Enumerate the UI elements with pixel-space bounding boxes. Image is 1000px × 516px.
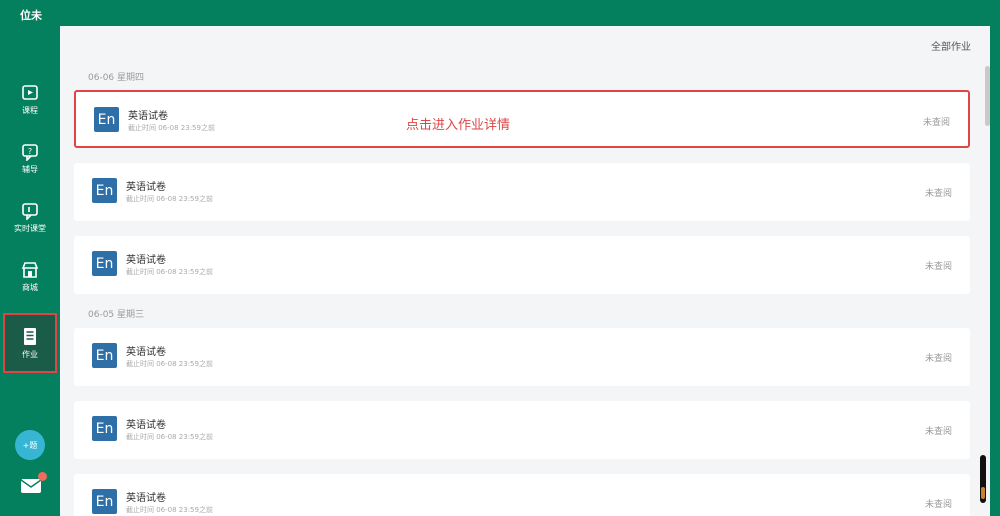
- side-handle: [980, 455, 986, 503]
- store-icon: [19, 259, 41, 281]
- plus-button[interactable]: +题: [15, 430, 45, 460]
- homework-card[interactable]: En 英语试卷 截止时间 06-08 23:59之前 点击进入作业详情 未查阅: [74, 90, 970, 148]
- subject-badge: En: [94, 107, 119, 132]
- homework-list-panel: 全部作业 06-06 星期四 En 英语试卷 截止时间 06-08 23:59之…: [60, 26, 990, 516]
- mail-icon: [20, 479, 42, 499]
- homework-deadline: 截止时间 06-08 23:59之前: [126, 268, 213, 276]
- homework-title: 英语试卷: [126, 493, 166, 504]
- subject-badge: En: [92, 489, 117, 514]
- homework-title: 英语试卷: [126, 182, 166, 193]
- status-text: 未查阅: [924, 262, 952, 272]
- status-text: 未查阅: [924, 500, 952, 510]
- homework-title: 英语试卷: [126, 255, 166, 266]
- homework-card[interactable]: En 英语试卷 截止时间 06-08 23:59之前 未查阅: [74, 328, 970, 386]
- homework-card[interactable]: En 英语试卷 截止时间 06-08 23:59之前 未查阅: [74, 474, 970, 516]
- tutoring-icon: ?: [19, 141, 41, 163]
- homework-deadline: 截止时间 06-08 23:59之前: [128, 124, 215, 132]
- status-text: 未查阅: [924, 189, 952, 199]
- subject-badge: En: [92, 416, 117, 441]
- live-class-icon: [19, 200, 41, 222]
- status-text: 未查阅: [924, 354, 952, 364]
- status-text: 未查阅: [922, 118, 950, 128]
- svg-text:?: ?: [28, 147, 32, 156]
- homework-card[interactable]: En 英语试卷 截止时间 06-08 23:59之前 未查阅: [74, 236, 970, 294]
- homework-title: 英语试卷: [128, 111, 168, 122]
- app-title: 位未: [20, 9, 42, 22]
- course-icon: [19, 82, 41, 104]
- sidebar-item-label: 商城: [22, 283, 38, 292]
- sidebar-item-store[interactable]: 商城: [3, 252, 57, 300]
- homework-icon: [19, 326, 41, 348]
- homework-deadline: 截止时间 06-08 23:59之前: [126, 506, 213, 514]
- sidebar-item-label: 课程: [22, 106, 38, 115]
- homework-card[interactable]: En 英语试卷 截止时间 06-08 23:59之前 未查阅: [74, 401, 970, 459]
- homework-deadline: 截止时间 06-08 23:59之前: [126, 433, 213, 441]
- homework-title: 英语试卷: [126, 420, 166, 431]
- sidebar-item-homework[interactable]: 作业: [3, 313, 57, 373]
- sidebar-item-live-class[interactable]: 实时课堂: [3, 193, 57, 241]
- date-group-label: 06-06 星期四: [88, 73, 145, 83]
- sidebar-item-label: 作业: [22, 350, 38, 359]
- sidebar-item-tutoring[interactable]: ? 辅导: [3, 134, 57, 182]
- homework-deadline: 截止时间 06-08 23:59之前: [126, 360, 213, 368]
- subject-badge: En: [92, 178, 117, 203]
- subject-badge: En: [92, 343, 117, 368]
- homework-title: 英语试卷: [126, 347, 166, 358]
- notification-dot: [38, 472, 47, 481]
- sidebar-item-course[interactable]: 课程: [3, 75, 57, 123]
- sidebar-item-label: 实时课堂: [14, 224, 46, 233]
- date-group-label: 06-05 星期三: [88, 310, 145, 320]
- subject-badge: En: [92, 251, 117, 276]
- homework-deadline: 截止时间 06-08 23:59之前: [126, 195, 213, 203]
- app-window: 位未 课程 ? 辅导 实时课堂 商城 作业 +题 全部作业 06-06 星期四 …: [0, 0, 1000, 516]
- sidebar: 课程 ? 辅导 实时课堂 商城 作业 +题: [0, 30, 60, 516]
- annotation-text: 点击进入作业详情: [406, 118, 511, 133]
- status-text: 未查阅: [924, 427, 952, 437]
- mail-button[interactable]: [20, 472, 47, 495]
- all-homework-filter[interactable]: 全部作业: [931, 38, 971, 53]
- scrollbar[interactable]: [985, 66, 990, 126]
- sidebar-item-label: 辅导: [22, 165, 38, 174]
- homework-card[interactable]: En 英语试卷 截止时间 06-08 23:59之前 未查阅: [74, 163, 970, 221]
